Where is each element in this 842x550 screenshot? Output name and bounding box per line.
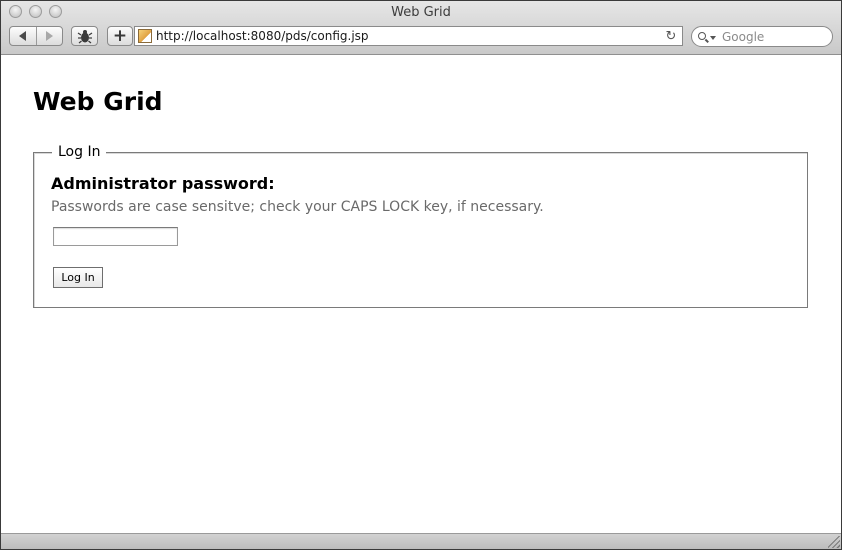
forward-button[interactable] (37, 27, 63, 45)
browser-window: Web Grid + http://localhost:8080/pds/con… (0, 0, 842, 550)
login-button[interactable]: Log In (53, 267, 103, 288)
resize-grip-icon[interactable] (828, 536, 840, 548)
page-title: Web Grid (33, 87, 163, 116)
favicon-icon (138, 29, 152, 43)
search-field[interactable] (691, 26, 833, 47)
browser-chrome: Web Grid + http://localhost:8080/pds/con… (1, 1, 841, 55)
page-content: Web Grid Log In Administrator password: … (1, 55, 841, 534)
password-hint: Passwords are case sensitve; check your … (51, 199, 544, 215)
login-legend: Log In (52, 143, 107, 161)
forward-arrow-icon (45, 31, 53, 41)
status-bar (1, 533, 841, 549)
back-arrow-icon (19, 31, 27, 41)
url-text[interactable]: http://localhost:8080/pds/config.jsp (156, 29, 662, 43)
search-engine-menu-icon[interactable] (710, 35, 716, 40)
search-input[interactable] (722, 29, 822, 44)
window-title: Web Grid (391, 5, 451, 20)
search-icon[interactable] (698, 31, 709, 43)
bug-icon (77, 29, 92, 43)
back-forward-group (9, 26, 63, 46)
password-label: Administrator password: (51, 174, 275, 193)
login-fieldset: Log In Administrator password: Passwords… (33, 143, 808, 308)
reload-icon[interactable]: ↻ (662, 29, 680, 44)
password-field[interactable] (53, 227, 178, 246)
add-bookmark-button[interactable]: + (107, 26, 133, 46)
address-bar[interactable]: http://localhost:8080/pds/config.jsp ↻ (134, 26, 683, 46)
back-button[interactable] (10, 27, 36, 45)
debug-button[interactable] (71, 26, 98, 46)
